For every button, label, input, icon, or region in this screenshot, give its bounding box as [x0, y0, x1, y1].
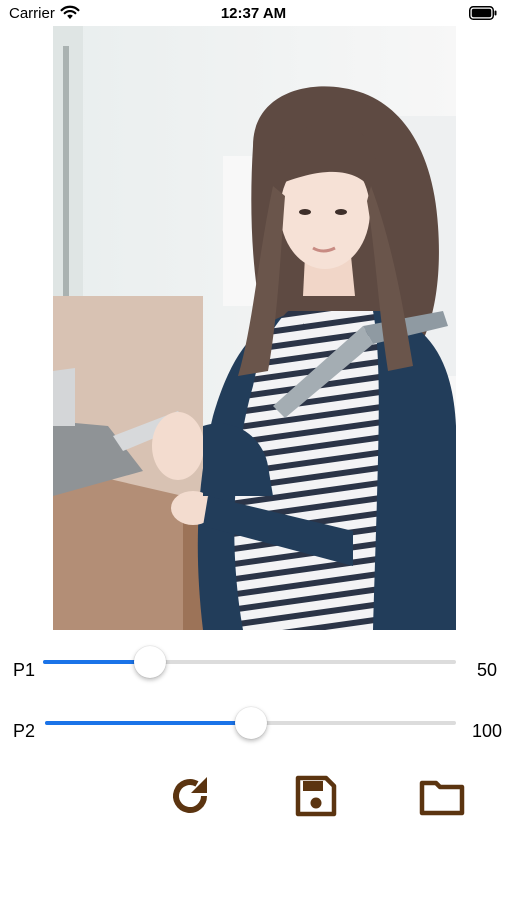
- slider-p1-thumb[interactable]: [134, 646, 167, 678]
- slider-p2-fill: [45, 721, 251, 725]
- slider-p1-track[interactable]: [43, 646, 456, 678]
- folder-button[interactable]: [416, 770, 468, 822]
- slider-p1-label: P1: [13, 660, 36, 680]
- folder-icon: [419, 780, 465, 816]
- photo-preview: [53, 26, 456, 630]
- slider-p2-label: P2: [13, 721, 36, 741]
- slider-p2-track[interactable]: [45, 707, 456, 739]
- slider-p2-row: P2 100: [0, 707, 507, 751]
- save-button[interactable]: [290, 770, 342, 822]
- rotate-button[interactable]: [164, 770, 216, 822]
- slider-p1-row: P1 50: [0, 646, 507, 690]
- slider-p2-value: 100: [471, 721, 502, 741]
- status-bar: Carrier 12:37 AM: [0, 0, 507, 28]
- slider-p1-value: 50: [476, 660, 497, 680]
- clock: 12:37 AM: [220, 5, 287, 22]
- slider-p2-thumb[interactable]: [234, 707, 267, 739]
- photo-of-woman-with-phone: [53, 26, 456, 630]
- battery-icon: [469, 6, 497, 25]
- rotate-icon: [173, 777, 207, 814]
- save-icon: [295, 775, 337, 817]
